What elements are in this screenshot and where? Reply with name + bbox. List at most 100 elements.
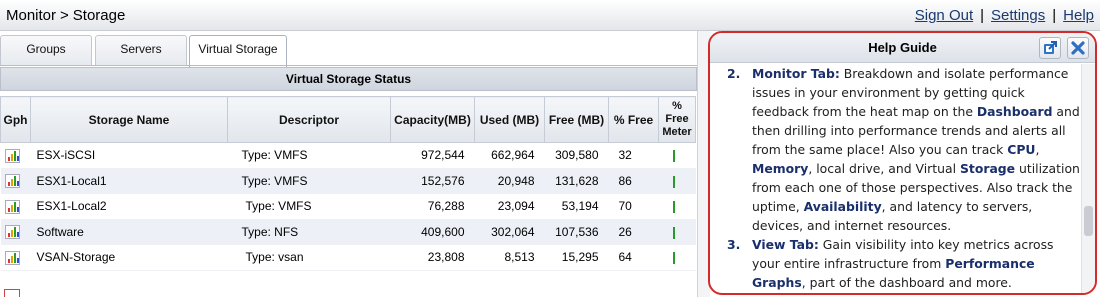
popout-button[interactable] <box>1039 37 1061 59</box>
graph-icon[interactable] <box>4 199 20 214</box>
table-row: ESX-iSCSI Type: VMFS 972,544 662,964 309… <box>0 142 696 169</box>
tab-servers[interactable]: Servers <box>95 35 187 66</box>
free-meter <box>658 168 696 194</box>
capacity: 972,544 <box>390 142 475 169</box>
free: 309,580 <box>544 142 609 169</box>
descriptor: Type: VMFS <box>227 193 391 220</box>
descriptor: Type: vsan <box>227 244 391 271</box>
pct-free: 86 <box>608 168 659 194</box>
breadcrumb-separator: > <box>60 7 69 24</box>
breadcrumb-page: Storage <box>72 7 126 24</box>
help-scrollbar-thumb[interactable] <box>1084 206 1093 236</box>
help-item-number: 3. <box>727 237 741 252</box>
descriptor: Type: VMFS <box>227 142 391 169</box>
storage-name: ESX-iSCSI <box>30 142 228 169</box>
free-meter <box>658 219 696 245</box>
used: 302,064 <box>474 219 545 245</box>
close-icon <box>1071 41 1085 55</box>
help-guide-title: Help Guide <box>868 40 937 55</box>
used: 23,094 <box>474 193 545 220</box>
tab-virtual-storage[interactable]: Virtual Storage <box>189 35 287 67</box>
breadcrumb-section: Monitor <box>6 7 57 24</box>
graph-cell[interactable] <box>0 168 31 194</box>
pct-free: 32 <box>608 142 659 169</box>
help-guide-panel: Help Guide 2. Monitor Tab: Breakdown and … <box>708 31 1097 295</box>
column-header-pct-free[interactable]: % Free <box>608 96 659 143</box>
help-text: , <box>1035 142 1040 157</box>
help-term: View Tab: <box>752 237 819 252</box>
tab-bar: Groups Servers Virtual Storage <box>0 35 697 67</box>
meter-bar <box>672 150 675 163</box>
graph-icon[interactable] <box>4 225 20 240</box>
breadcrumb: Monitor > Storage <box>6 7 125 24</box>
used: 662,964 <box>474 142 545 169</box>
storage-name: VSAN-Storage <box>30 244 228 271</box>
help-link[interactable]: Help <box>1063 7 1094 24</box>
descriptor: Type: VMFS <box>227 168 391 194</box>
graph-icon[interactable] <box>4 148 20 163</box>
capacity: 23,808 <box>390 244 475 271</box>
link-separator: | <box>1052 7 1057 24</box>
column-header-used[interactable]: Used (MB) <box>474 96 545 143</box>
help-scrollbar[interactable] <box>1081 64 1095 293</box>
capacity: 152,576 <box>390 168 475 194</box>
storage-name: ESX1-Local1 <box>30 168 228 194</box>
graph-cell[interactable] <box>0 219 31 245</box>
close-button[interactable] <box>1067 37 1089 59</box>
graph-cell[interactable] <box>0 193 31 220</box>
graph-icon[interactable] <box>4 174 20 189</box>
capacity: 76,288 <box>390 193 475 220</box>
pct-free: 64 <box>608 244 659 271</box>
help-term: Dashboard <box>976 104 1053 119</box>
used: 8,513 <box>474 244 545 271</box>
panel-title: Virtual Storage Status <box>0 67 697 91</box>
meter-bar <box>672 252 675 265</box>
column-header-capacity[interactable]: Capacity(MB) <box>390 96 475 143</box>
tab-groups[interactable]: Groups <box>0 35 92 66</box>
meter-bar <box>672 226 675 239</box>
table-row: ESX1-Local1 Type: VMFS 152,576 20,948 13… <box>0 168 696 194</box>
help-term: CPU <box>1007 142 1036 157</box>
storage-name: ESX1-Local2 <box>30 193 228 220</box>
column-header-gph[interactable]: Gph <box>0 96 31 143</box>
help-term: Monitor Tab: <box>752 66 840 81</box>
popout-icon <box>1044 41 1057 54</box>
table-row: ESX1-Local2 Type: VMFS 76,288 23,094 53,… <box>0 193 696 220</box>
sign-out-link[interactable]: Sign Out <box>915 7 973 24</box>
meter-bar <box>672 201 675 214</box>
free: 53,194 <box>544 193 609 220</box>
help-text: , part of the dashboard and more. <box>801 275 1012 290</box>
capacity: 409,600 <box>390 219 475 245</box>
column-header-storage-name[interactable]: Storage Name <box>30 96 228 143</box>
help-term: Availability <box>803 199 882 214</box>
graph-icon[interactable] <box>4 250 20 265</box>
free-meter <box>658 244 696 271</box>
top-bar: Monitor > Storage Sign Out | Settings | Help <box>0 0 1100 31</box>
table-row: VSAN-Storage Type: vsan 23,808 8,513 15,… <box>0 244 696 271</box>
used: 20,948 <box>474 168 545 194</box>
graph-cell[interactable] <box>0 244 31 271</box>
export-icon[interactable] <box>4 289 20 297</box>
free: 131,628 <box>544 168 609 194</box>
help-item-view-tab: 3. View Tab: Gain visibility into key met… <box>710 235 1081 292</box>
help-item-monitor-tab: 2. Monitor Tab: Breakdown and isolate per… <box>710 64 1081 235</box>
help-guide-header: Help Guide <box>710 33 1095 63</box>
help-item-number: 2. <box>727 66 741 81</box>
help-term: Storage <box>959 161 1016 176</box>
storage-table: Gph Storage Name Descriptor Capacity(MB)… <box>0 96 697 271</box>
pct-free: 70 <box>608 193 659 220</box>
free: 15,295 <box>544 244 609 271</box>
tab-underline <box>0 65 697 66</box>
column-header-descriptor[interactable]: Descriptor <box>227 96 391 143</box>
column-header-free[interactable]: Free (MB) <box>544 96 609 143</box>
meter-bar <box>672 175 675 188</box>
graph-cell[interactable] <box>0 142 31 169</box>
help-term: Memory <box>752 161 809 176</box>
free: 107,536 <box>544 219 609 245</box>
storage-name: Software <box>30 219 228 245</box>
column-header-pct-free-meter[interactable]: % Free Meter <box>658 96 696 143</box>
pct-free: 26 <box>608 219 659 245</box>
top-links: Sign Out | Settings | Help <box>915 7 1094 24</box>
free-meter <box>658 193 696 220</box>
settings-link[interactable]: Settings <box>991 7 1045 24</box>
